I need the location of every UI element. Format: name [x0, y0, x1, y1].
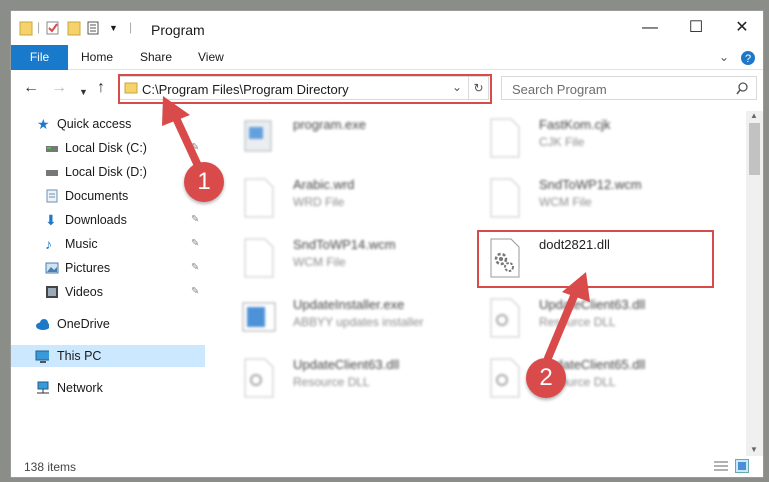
arrow-1	[162, 96, 204, 174]
step-badge-1: 1	[184, 162, 224, 202]
arrow-2	[544, 272, 590, 362]
annotation-arrows	[162, 96, 590, 362]
step-badge-2: 2	[526, 358, 566, 398]
